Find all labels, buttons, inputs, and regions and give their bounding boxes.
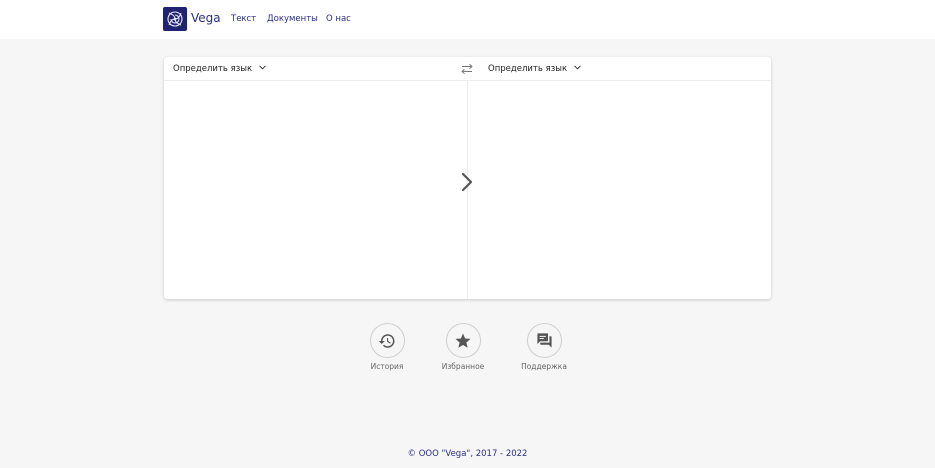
history-label: История	[370, 362, 404, 371]
favorites-button[interactable]: Избранное	[428, 323, 498, 371]
target-language-label: Определить язык	[488, 64, 568, 74]
support-circle[interactable]	[526, 323, 562, 358]
source-text-input[interactable]	[164, 82, 467, 299]
language-bar: Определить язык Определить язык	[164, 57, 771, 81]
support-icon	[536, 333, 552, 348]
favorites-label: Избранное	[441, 362, 485, 371]
vega-logo-icon[interactable]	[163, 7, 187, 31]
brand-name[interactable]: Vega	[191, 11, 221, 25]
chevron-down-icon	[573, 65, 581, 70]
favorites-circle[interactable]	[445, 323, 481, 358]
top-header: Vega Текст Документы О нас	[0, 0, 935, 39]
translator-panel: Определить язык Определить язык	[164, 57, 771, 299]
support-label: Поддержка	[521, 362, 567, 371]
history-icon	[378, 333, 395, 348]
target-language-select[interactable]: Определить язык	[488, 64, 581, 74]
target-text-output	[468, 82, 771, 299]
history-circle[interactable]	[369, 323, 405, 358]
nav-link-about[interactable]: О нас	[326, 14, 351, 24]
history-button[interactable]: История	[352, 323, 422, 371]
chevron-down-icon	[258, 65, 266, 70]
source-language-label: Определить язык	[173, 64, 253, 74]
source-language-select[interactable]: Определить язык	[173, 64, 266, 74]
star-icon	[455, 333, 471, 348]
footer-copyright: © ООО "Vega", 2017 - 2022	[407, 449, 528, 459]
nav-link-documents[interactable]: Документы	[267, 14, 318, 24]
nav-link-text[interactable]: Текст	[231, 14, 256, 24]
chevron-right-icon[interactable]	[460, 172, 474, 192]
support-button[interactable]: Поддержка	[509, 323, 579, 371]
swap-icon[interactable]	[461, 63, 473, 75]
